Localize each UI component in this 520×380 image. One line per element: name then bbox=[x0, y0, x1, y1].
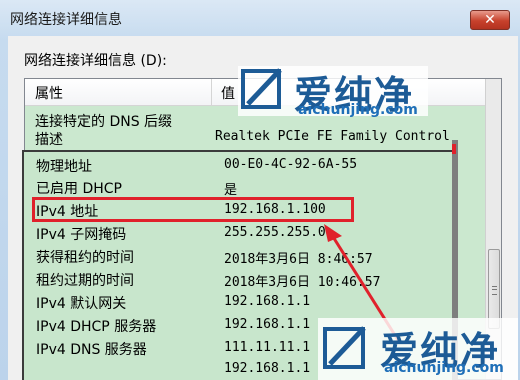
row-property: IPv4 子网掩码 bbox=[36, 227, 127, 243]
row-value: 2018年3月6日 8:46:57 bbox=[224, 252, 373, 267]
watermark-logo-icon bbox=[241, 68, 282, 109]
row-value: Realtek PCIe FE Family Control bbox=[215, 129, 450, 144]
close-icon: ✕ bbox=[484, 12, 496, 28]
row-value: 192.168.1.1 bbox=[224, 294, 311, 309]
row-value: 00-E0-4C-92-6A-55 bbox=[224, 157, 358, 172]
row-property: 连接特定的 DNS 后缀 bbox=[35, 114, 173, 130]
watermark-top: 爱纯净 aichunjing.com bbox=[238, 62, 428, 120]
row-property: 租约过期的时间 bbox=[36, 273, 134, 289]
row-value: 2018年3月6日 10:46:57 bbox=[224, 275, 381, 290]
popup-red-marker bbox=[452, 144, 456, 154]
row-property: IPv4 DHCP 服务器 bbox=[36, 319, 157, 335]
row-property: 已启用 DHCP bbox=[36, 181, 122, 197]
close-button[interactable]: ✕ bbox=[470, 10, 510, 30]
grip-icon bbox=[492, 286, 497, 295]
ipv4-address-highlight bbox=[32, 197, 354, 222]
watermark-url: aichunjing.com bbox=[298, 102, 418, 118]
row-property: 描述 bbox=[35, 132, 63, 148]
row-property: IPv4 DNS 服务器 bbox=[36, 342, 147, 358]
watermark-url: aichunjing.com bbox=[384, 360, 504, 376]
row-property: IPv4 默认网关 bbox=[36, 296, 127, 312]
scrollbar-thumb[interactable] bbox=[488, 249, 500, 329]
window-title: 网络连接详细信息 bbox=[10, 12, 122, 28]
row-value: 是 bbox=[224, 183, 238, 198]
row-property: 获得租约的时间 bbox=[36, 250, 134, 266]
row-property: 物理地址 bbox=[36, 159, 92, 175]
column-header-value[interactable]: 值 bbox=[221, 83, 235, 103]
title-bar[interactable]: 网络连接详细信息 ✕ bbox=[0, 0, 520, 36]
column-divider[interactable] bbox=[211, 79, 212, 105]
row-value: 255.255.255.0 bbox=[224, 225, 326, 240]
details-label: 网络连接详细信息 (D): bbox=[24, 53, 167, 69]
row-value: 192.168.1.1 bbox=[224, 361, 311, 376]
network-details-window: 网络连接详细信息 ✕ 网络连接详细信息 (D): 属性 值 连接特定的 DNS … bbox=[0, 0, 520, 380]
column-header-property[interactable]: 属性 bbox=[35, 83, 63, 103]
watermark-logo-icon bbox=[323, 326, 366, 369]
row-value: 192.168.1.1 bbox=[224, 317, 311, 332]
watermark-bottom: 爱纯净 aichunjing.com bbox=[318, 318, 518, 380]
row-value: 111.11.11.1 bbox=[224, 340, 311, 355]
